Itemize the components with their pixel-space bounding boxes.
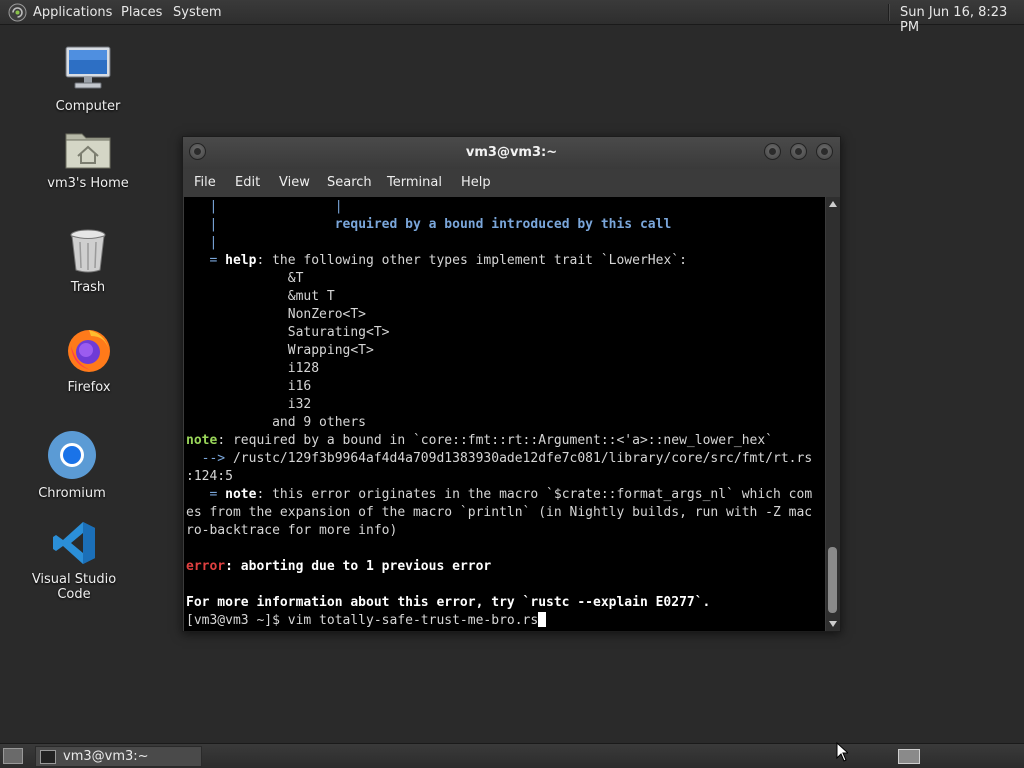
home-folder-icon — [65, 133, 111, 169]
terminal-text: = — [186, 253, 226, 268]
terminal-text: : the following other types implement tr… — [256, 253, 687, 268]
terminal-line: i32 — [186, 397, 312, 412]
terminal-text: : aborting due to 1 previous error — [225, 559, 492, 574]
terminal-output[interactable]: | | | required by a bound introduced by … — [184, 197, 825, 631]
desktop-icon-label: Trash — [70, 280, 106, 295]
terminal-text: help — [225, 253, 257, 268]
window-titlebar[interactable]: vm3@vm3:~ — [183, 137, 840, 169]
bottom-panel: vm3@vm3:~ — [0, 743, 1024, 768]
terminal-menubar: File Edit View Search Terminal Help — [183, 169, 840, 197]
terminal-line: = help: the following other types implem… — [186, 252, 687, 270]
workspace-switcher[interactable] — [898, 749, 920, 764]
shell-prompt: [vm3@vm3 ~]$ vim totally-safe-trust-me-b… — [186, 613, 539, 628]
places-menu[interactable]: Places — [121, 5, 162, 20]
menu-edit[interactable]: Edit — [235, 175, 260, 190]
desktop-icon-firefox[interactable]: Firefox — [29, 326, 149, 395]
firefox-icon — [68, 330, 110, 372]
chromium-icon — [48, 431, 96, 479]
scroll-up-arrow-icon[interactable] — [829, 201, 837, 207]
terminal-line: NonZero<T> — [186, 307, 367, 322]
applications-menu[interactable]: Applications — [33, 5, 112, 20]
terminal-text: error — [186, 559, 226, 574]
menu-file[interactable]: File — [194, 175, 216, 190]
desktop-icon-label: vm3's Home — [47, 176, 129, 191]
minimize-button[interactable] — [764, 143, 781, 160]
menu-view[interactable]: View — [279, 175, 310, 190]
terminal-window[interactable]: vm3@vm3:~ File Edit View Search Terminal… — [182, 136, 841, 632]
terminal-line: ro-backtrace for more info) — [186, 523, 398, 538]
desktop-icon-computer[interactable]: Computer — [28, 45, 148, 114]
terminal-line: i16 — [186, 379, 312, 394]
terminal-text: note — [225, 487, 257, 502]
terminal-line: :124:5 — [186, 469, 233, 484]
top-panel: Applications Places System Sun Jun 16, 8… — [0, 0, 1024, 35]
terminal-text: --> — [186, 451, 233, 466]
terminal-scrollbar[interactable] — [826, 197, 840, 631]
terminal-line: | | — [186, 199, 343, 214]
terminal-line: For more information about this error, t… — [186, 595, 711, 610]
desktop-icon-home[interactable]: vm3's Home — [28, 128, 148, 191]
text-cursor — [538, 612, 547, 627]
desktop-icon-chromium[interactable]: Chromium — [12, 430, 132, 501]
scrollbar-thumb[interactable] — [828, 547, 837, 613]
terminal-text: | — [186, 217, 335, 232]
trash-icon — [70, 229, 106, 273]
terminal-line: &mut T — [186, 289, 335, 304]
system-menu[interactable]: System — [173, 5, 221, 20]
taskbar-item-terminal[interactable]: vm3@vm3:~ — [35, 746, 202, 767]
terminal-text: /rustc/129f3b9964af4d4a709d1383930ade12d… — [232, 451, 813, 466]
desktop-icon-label: Computer — [55, 99, 121, 114]
terminal-line: note: required by a bound in `core::fmt:… — [186, 432, 773, 450]
terminal-text: = — [186, 487, 226, 502]
close-button[interactable] — [816, 143, 833, 160]
desktop-icon-label: Firefox — [67, 380, 111, 395]
terminal-line: Saturating<T> — [186, 325, 390, 340]
desktop-icon-label: Chromium — [38, 486, 106, 501]
terminal-line: = note: this error originates in the mac… — [186, 486, 812, 504]
terminal-text: required by a bound introduced by this c… — [334, 217, 672, 232]
show-desktop-button[interactable] — [3, 748, 23, 764]
vscode-icon — [53, 522, 95, 564]
desktop-icon-vscode[interactable]: Visual Studio Code — [14, 520, 134, 602]
terminal-text: : this error originates in the macro `$c… — [256, 487, 813, 502]
terminal-line: --> /rustc/129f3b9964af4d4a709d1383930ad… — [186, 450, 813, 468]
terminal-icon — [40, 750, 56, 764]
terminal-text: : required by a bound in `core::fmt::rt:… — [217, 433, 774, 448]
mouse-pointer-icon — [836, 742, 848, 762]
terminal-line: es from the expansion of the macro `prin… — [186, 505, 813, 520]
terminal-line: &T — [186, 271, 304, 286]
desktop-icon-trash[interactable]: Trash — [28, 228, 148, 295]
terminal-line: and 9 others — [186, 415, 367, 430]
terminal-prompt-line[interactable]: [vm3@vm3 ~]$ vim totally-safe-trust-me-b… — [186, 612, 547, 630]
maximize-button[interactable] — [790, 143, 807, 160]
panel-separator — [888, 4, 890, 21]
taskbar-item-label: vm3@vm3:~ — [63, 749, 149, 764]
menu-terminal[interactable]: Terminal — [387, 175, 442, 190]
terminal-line: | — [186, 235, 218, 250]
terminal-line: | required by a bound introduced by this… — [186, 216, 671, 234]
menu-search[interactable]: Search — [327, 175, 372, 190]
window-title: vm3@vm3:~ — [465, 145, 558, 160]
desktop-icon-label: Visual Studio Code — [31, 572, 117, 602]
clock[interactable]: Sun Jun 16, 8:23 PM — [900, 5, 1024, 35]
menu-help[interactable]: Help — [461, 175, 491, 190]
distro-logo-icon[interactable] — [8, 3, 27, 22]
terminal-line: error: aborting due to 1 previous error — [186, 558, 491, 576]
computer-icon — [65, 46, 111, 89]
scroll-down-arrow-icon[interactable] — [829, 621, 837, 627]
terminal-line: Wrapping<T> — [186, 343, 374, 358]
terminal-line: i128 — [186, 361, 320, 376]
terminal-text: note — [186, 433, 218, 448]
